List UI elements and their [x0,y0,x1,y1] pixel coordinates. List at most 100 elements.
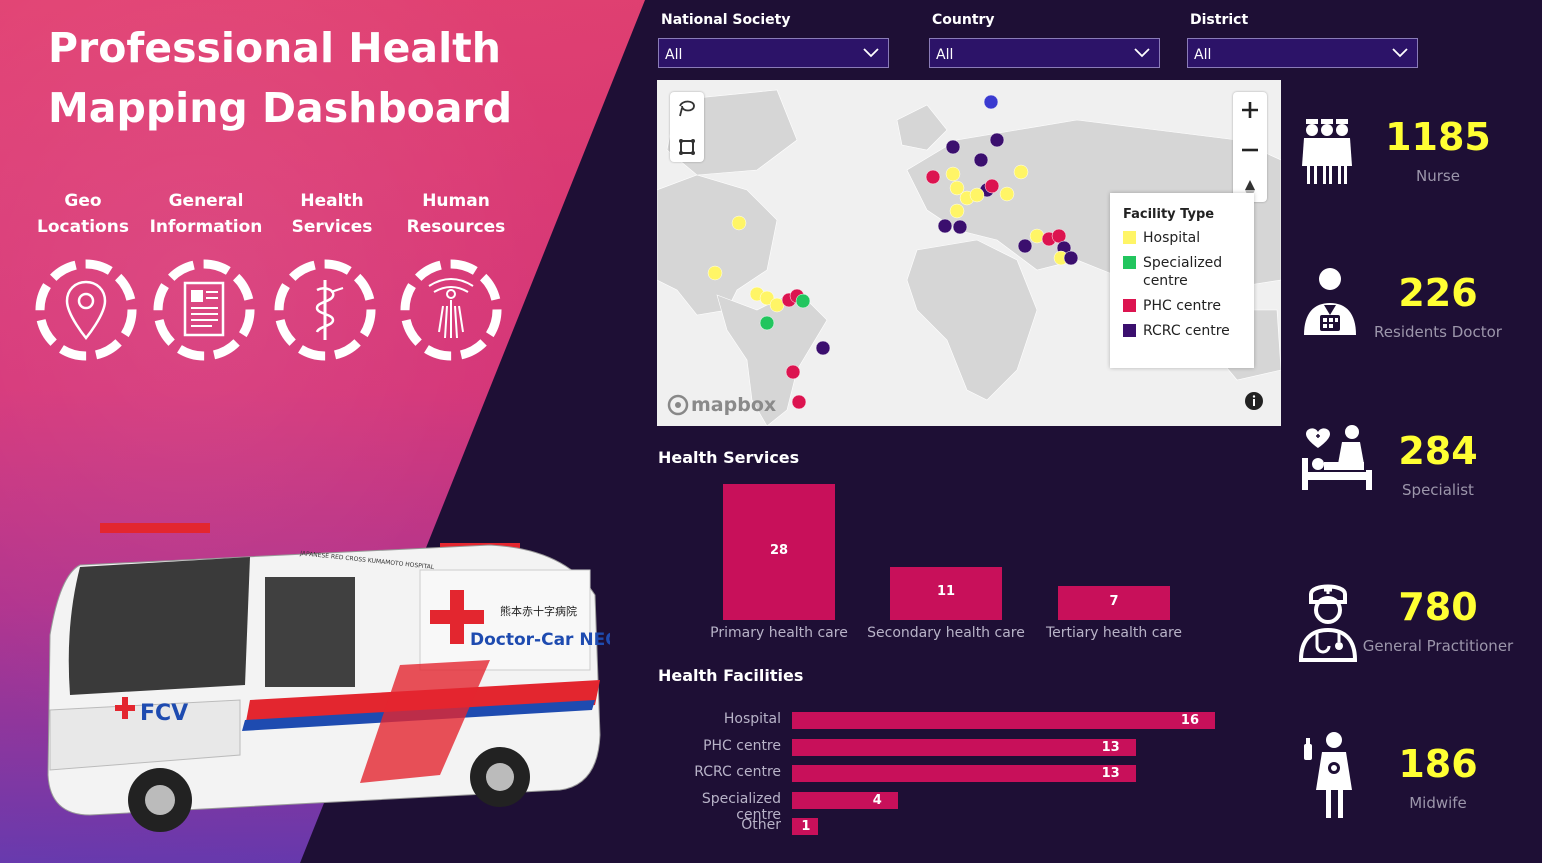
van-side-text: Doctor-Car NEO [470,630,610,650]
nav-human-resources-label[interactable]: Human Resources [386,188,526,240]
national-society-filter-label: National Society [661,12,791,28]
health-facilities-bar[interactable]: 13 [792,765,1136,782]
nav-general-information-label[interactable]: General Information [136,188,276,240]
health-services-category-label: Tertiary health care [1045,625,1183,641]
document-icon[interactable] [152,258,256,362]
general-practitioner-label: General Practitioner [1362,637,1514,655]
bar-value-label: 13 [1101,766,1120,781]
nurse-count: 1185 [1385,115,1491,159]
map-marker[interactable] [731,215,747,231]
health-facilities-category-label: Other [741,817,781,833]
legend-swatch [1123,299,1136,312]
map-pin-icon[interactable] [34,258,138,362]
van-kanji-text: 熊本赤十字病院 [500,604,577,618]
map-marker[interactable] [973,152,989,168]
facility-type-legend: Facility Type Hospital Specialized centr… [1110,193,1254,368]
district-filter-label: District [1190,12,1249,28]
map-marker[interactable] [989,132,1005,148]
health-services-bar[interactable]: 7 [1058,586,1170,620]
nav-geo-locations-label[interactable]: Geo Locations [13,188,153,240]
national-society-dropdown[interactable]: All [658,38,889,68]
map-marker[interactable] [969,187,985,203]
chevron-down-icon [1134,48,1150,58]
van-logo-text: FCV [140,701,188,726]
map-marker[interactable] [791,394,807,410]
bar-value-label: 1 [801,819,811,834]
bar-value-label: 7 [1109,594,1119,609]
bar-value-label: 11 [936,584,956,600]
health-services-bar[interactable]: 28 [723,484,835,620]
specialist-count: 284 [1398,429,1478,473]
health-services-category-label: Secondary health care [867,625,1025,641]
country-value: All [936,47,954,63]
map-marker[interactable] [945,166,961,182]
legend-item-hospital[interactable]: Hospital [1123,229,1254,247]
facility-map[interactable]: Facility Type Hospital Specialized centr… [657,80,1281,426]
info-icon[interactable] [1244,391,1264,411]
health-services-bar[interactable]: 11 [890,566,1002,620]
bar-value-label: 16 [1180,713,1199,728]
health-facilities-bar[interactable]: 13 [792,738,1136,756]
map-marker[interactable] [1063,250,1079,266]
health-services-title: Health Services [658,448,800,467]
health-facilities-title: Health Facilities [658,666,804,685]
map-marker[interactable] [984,178,1000,194]
country-filter-label: Country [932,12,995,28]
rectangle-select-icon[interactable] [670,130,704,164]
nav-health-services-label[interactable]: Health Services [262,188,402,240]
health-facilities-bar[interactable]: 4 [792,791,898,809]
health-facilities-bar[interactable]: 16 [792,712,1215,729]
chevron-down-icon [1392,48,1408,58]
title-line-1: Professional Health [48,24,501,72]
legend-swatch [1123,324,1136,337]
country-dropdown[interactable]: All [929,38,1160,68]
map-marker[interactable] [983,94,999,110]
bar-value-label: 4 [872,792,882,808]
health-facilities-category-label: PHC centre [703,737,781,754]
map-marker[interactable] [952,219,968,235]
map-marker[interactable] [999,186,1015,202]
health-facilities-category-label: RCRC centre [694,764,781,780]
legend-item-rcrc-centre[interactable]: RCRC centre [1123,322,1254,340]
national-society-value: All [665,47,683,63]
mapbox-logo: mapbox [667,394,776,416]
map-marker[interactable] [759,315,775,331]
legend-title: Facility Type [1123,207,1215,222]
map-marker[interactable] [925,169,941,185]
general-practitioner-count: 780 [1398,585,1478,629]
mapbox-icon [667,394,689,416]
health-services-category-label: Primary health care [710,625,848,641]
map-marker[interactable] [1013,164,1029,180]
person-icon[interactable] [399,258,503,362]
map-marker[interactable] [945,139,961,155]
district-value: All [1194,47,1212,63]
map-marker[interactable] [707,265,723,281]
title-line-2: Mapping Dashboard [48,84,513,132]
legend-item-phc-centre[interactable]: PHC centre [1123,297,1254,315]
midwife-count: 186 [1398,742,1478,786]
map-marker[interactable] [785,364,801,380]
residents-doctor-label: Residents Doctor [1374,323,1502,341]
midwife-label: Midwife [1409,794,1467,812]
lasso-select-icon[interactable] [670,92,704,126]
map-marker[interactable] [1017,238,1033,254]
map-marker[interactable] [937,218,953,234]
map-marker[interactable] [1029,228,1045,244]
bar-value-label: 13 [1101,739,1120,755]
map-tool-panel [670,92,704,162]
legend-swatch [1123,231,1136,244]
map-marker[interactable] [815,340,831,356]
health-facilities-category-label: Hospital [723,711,781,727]
map-marker[interactable] [795,293,811,309]
district-dropdown[interactable]: All [1187,38,1418,68]
map-marker[interactable] [949,203,965,219]
caduceus-icon[interactable] [273,258,377,362]
specialist-label: Specialist [1402,481,1474,499]
chevron-down-icon [863,48,879,58]
health-facilities-bar[interactable]: 1 [792,818,819,835]
ambulance-image: Doctor-Car NEO 熊本赤十字病院 JAPANESE RED CROS… [47,523,610,832]
zoom-out-icon[interactable] [1233,132,1267,168]
bar-value-label: 28 [769,543,789,558]
legend-item-specialized-centre[interactable]: Specialized centre [1123,254,1254,290]
zoom-in-icon[interactable] [1233,92,1267,128]
